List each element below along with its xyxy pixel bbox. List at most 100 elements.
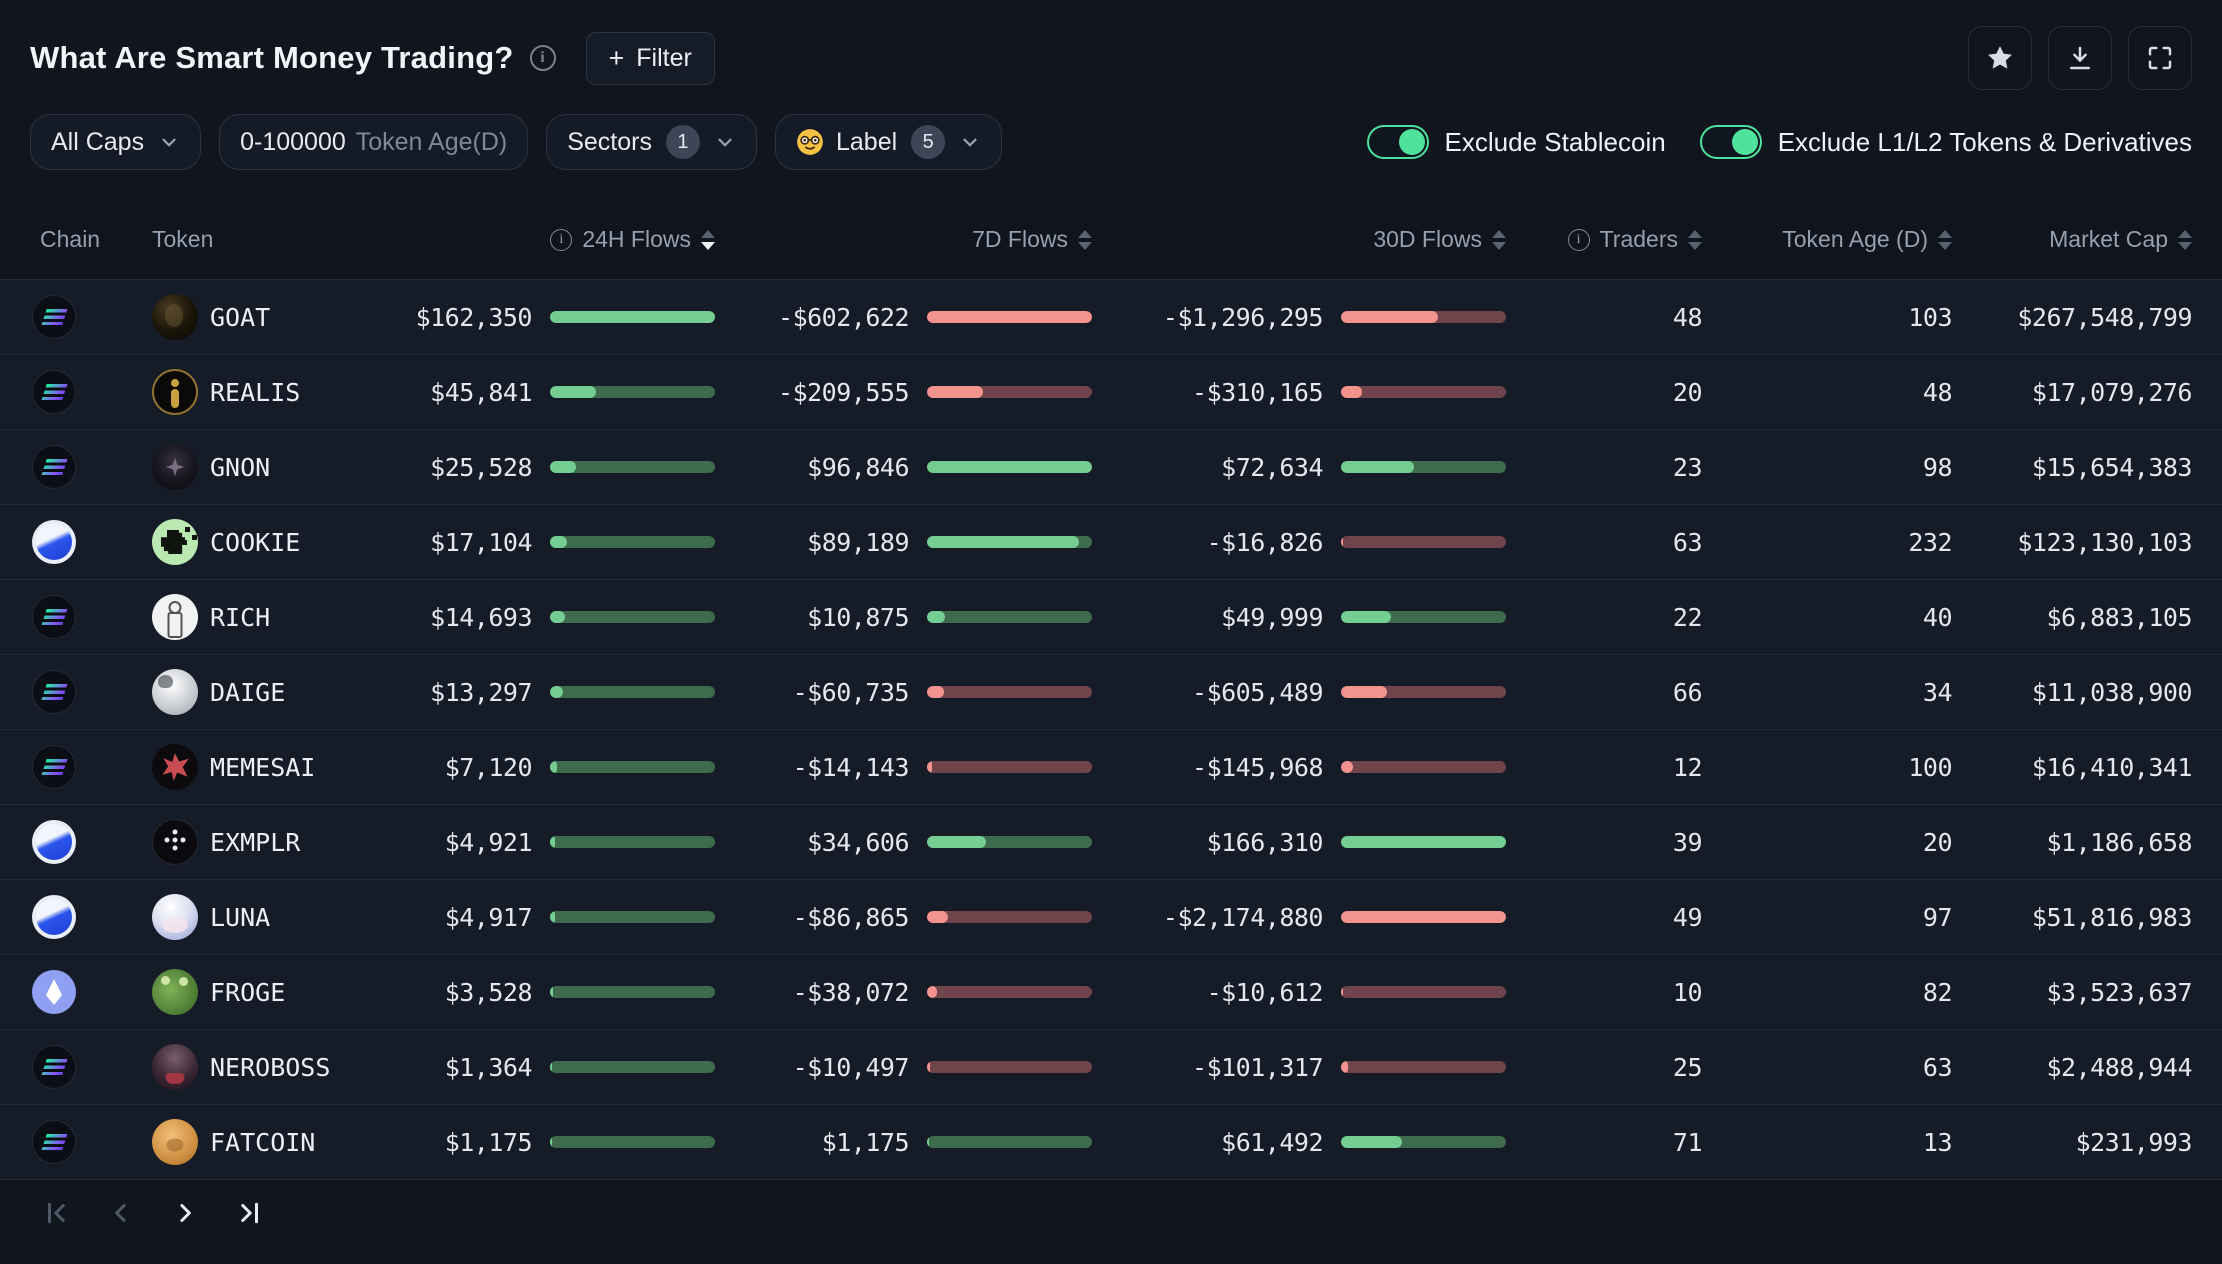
table-row[interactable]: GOAT $162,350 -$602,622 -$1,296,295 48 1… — [0, 280, 2222, 355]
sort-icon — [701, 229, 715, 250]
flows-24h-cell: $7,120 — [430, 753, 715, 782]
token-age-value: 97 — [1922, 902, 1953, 932]
flows-30d-bar — [1341, 1061, 1506, 1073]
flows-30d-bar — [1341, 836, 1506, 848]
base-chain-icon — [32, 820, 76, 864]
flows-30d-value: $72,634 — [1221, 452, 1323, 482]
table-row[interactable]: FATCOIN $1,175 $1,175 $61,492 71 13 $231… — [0, 1105, 2222, 1180]
flows-24h-value: $1,175 — [444, 1127, 533, 1157]
market-cap-value: $1,186,658 — [2046, 827, 2192, 857]
flows-7d-cell: $89,189 — [715, 528, 1092, 557]
token-age-value: 63 — [1922, 1052, 1953, 1082]
table-row[interactable]: REALIS $45,841 -$209,555 -$310,165 20 48… — [0, 355, 2222, 430]
exclude-stablecoin-toggle[interactable]: Exclude Stablecoin — [1366, 125, 1666, 159]
flows-7d-cell: -$86,865 — [715, 903, 1092, 932]
flows-24h-cell: $1,175 — [430, 1128, 715, 1157]
flows-24h-value: $45,841 — [430, 377, 532, 407]
column-header-traders[interactable]: i Traders — [1506, 226, 1702, 253]
title-info-icon[interactable]: i — [529, 45, 556, 71]
token-name: GOAT — [210, 302, 271, 332]
flows-24h-cell: $162,350 — [416, 303, 715, 332]
favorite-button[interactable] — [1968, 26, 2032, 90]
column-header-7d-flows[interactable]: 7D Flows — [715, 226, 1092, 253]
flows-24h-bar — [550, 911, 715, 923]
solana-chain-icon — [32, 670, 76, 714]
flows-30d-value: -$605,489 — [1192, 677, 1323, 707]
traders-value: 71 — [1672, 1127, 1703, 1157]
column-header-token-age[interactable]: Token Age (D) — [1702, 226, 1952, 253]
token-name: DAIGE — [210, 677, 286, 707]
token-age-value: 40 — [1922, 602, 1953, 632]
memesai-token-icon — [152, 744, 198, 790]
cookie-token-icon — [152, 519, 198, 565]
table-row[interactable]: FROGE $3,528 -$38,072 -$10,612 10 82 $3,… — [0, 955, 2222, 1030]
sectors-count-badge: 1 — [665, 125, 700, 159]
table-row[interactable]: GNON $25,528 $96,846 $72,634 23 98 $15,6… — [0, 430, 2222, 505]
flows-7d-value: -$14,143 — [792, 752, 910, 782]
previous-page-button[interactable] — [100, 1192, 142, 1234]
table-row[interactable]: EXMPLR $4,921 $34,606 $166,310 39 20 $1,… — [0, 805, 2222, 880]
sort-icon — [1492, 229, 1506, 250]
token-age-value: 100 — [1908, 752, 1952, 782]
flows-24h-bar — [550, 986, 715, 998]
fatcoin-token-icon — [152, 1119, 198, 1165]
next-page-button[interactable] — [164, 1192, 206, 1234]
flows-7d-cell: $34,606 — [715, 828, 1092, 857]
market-cap-filter[interactable]: All Caps — [30, 114, 202, 170]
table-row[interactable]: COOKIE $17,104 $89,189 -$16,826 63 232 $… — [0, 505, 2222, 580]
column-header-market-cap[interactable]: Market Cap — [1952, 226, 2222, 253]
goat-token-icon — [152, 294, 198, 340]
flows-30d-value: -$1,296,295 — [1162, 302, 1324, 332]
first-page-button[interactable] — [36, 1192, 78, 1234]
neroboss-token-icon — [152, 1044, 198, 1090]
last-page-button[interactable] — [228, 1192, 270, 1234]
exclude-l1l2-toggle[interactable]: Exclude L1/L2 Tokens & Derivatives — [1699, 125, 2192, 159]
fullscreen-button[interactable] — [2128, 26, 2192, 90]
traders-value: 25 — [1672, 1052, 1703, 1082]
solana-chain-icon — [32, 370, 76, 414]
exclude-l1l2-label: Exclude L1/L2 Tokens & Derivatives — [1777, 126, 2192, 157]
flows-30d-value: -$10,612 — [1206, 977, 1324, 1007]
flows-30d-cell: -$1,296,295 — [1092, 303, 1506, 332]
table-row[interactable]: DAIGE $13,297 -$60,735 -$605,489 66 34 $… — [0, 655, 2222, 730]
traders-value: 63 — [1672, 527, 1703, 557]
toggle-switch-on[interactable] — [1366, 125, 1429, 159]
traders-value: 10 — [1672, 977, 1703, 1007]
market-cap-value: $267,548,799 — [2017, 302, 2192, 332]
download-button[interactable] — [2048, 26, 2112, 90]
token-age-filter[interactable]: 0-100000 Token Age(D) — [219, 114, 529, 170]
fullscreen-icon — [2148, 46, 2172, 70]
traders-value: 39 — [1672, 827, 1703, 857]
table-row[interactable]: RICH $14,693 $10,875 $49,999 22 40 $6,88… — [0, 580, 2222, 655]
solana-chain-icon — [32, 745, 76, 789]
star-icon — [1988, 46, 2012, 69]
toggle-switch-on[interactable] — [1699, 125, 1762, 159]
flows-24h-bar — [550, 1061, 715, 1073]
flows-7d-value: $1,175 — [821, 1127, 910, 1157]
nerd-face-emoji-icon — [796, 128, 824, 156]
label-filter[interactable]: Label 5 — [774, 114, 1003, 170]
add-filter-button[interactable]: + Filter — [585, 31, 715, 85]
flows-24h-value: $4,917 — [444, 902, 533, 932]
flows-7d-bar — [927, 311, 1092, 323]
flows-7d-cell: -$602,622 — [715, 303, 1092, 332]
flows-7d-bar — [927, 761, 1092, 773]
table-body: GOAT $162,350 -$602,622 -$1,296,295 48 1… — [0, 280, 2222, 1180]
column-header-24h-flows[interactable]: i 24H Flows — [430, 226, 715, 253]
table-row[interactable]: LUNA $4,917 -$86,865 -$2,174,880 49 97 $… — [0, 880, 2222, 955]
sectors-filter[interactable]: Sectors 1 — [546, 114, 757, 170]
token-name: FROGE — [210, 977, 286, 1007]
flows-24h-cell: $13,297 — [430, 678, 715, 707]
froge-token-icon — [152, 969, 198, 1015]
solana-chain-icon — [32, 445, 76, 489]
table-row[interactable]: NEROBOSS $1,364 -$10,497 -$101,317 25 63… — [0, 1030, 2222, 1105]
flows-30d-bar — [1341, 386, 1506, 398]
token-name: GNON — [210, 452, 271, 482]
table-row[interactable]: MEMESAI $7,120 -$14,143 -$145,968 12 100… — [0, 730, 2222, 805]
flows-24h-bar — [550, 611, 715, 623]
column-label: 24H Flows — [582, 226, 691, 252]
column-header-30d-flows[interactable]: 30D Flows — [1092, 226, 1506, 253]
info-icon: i — [550, 228, 573, 251]
flows-24h-cell: $25,528 — [430, 453, 715, 482]
flows-7d-cell: -$209,555 — [715, 378, 1092, 407]
